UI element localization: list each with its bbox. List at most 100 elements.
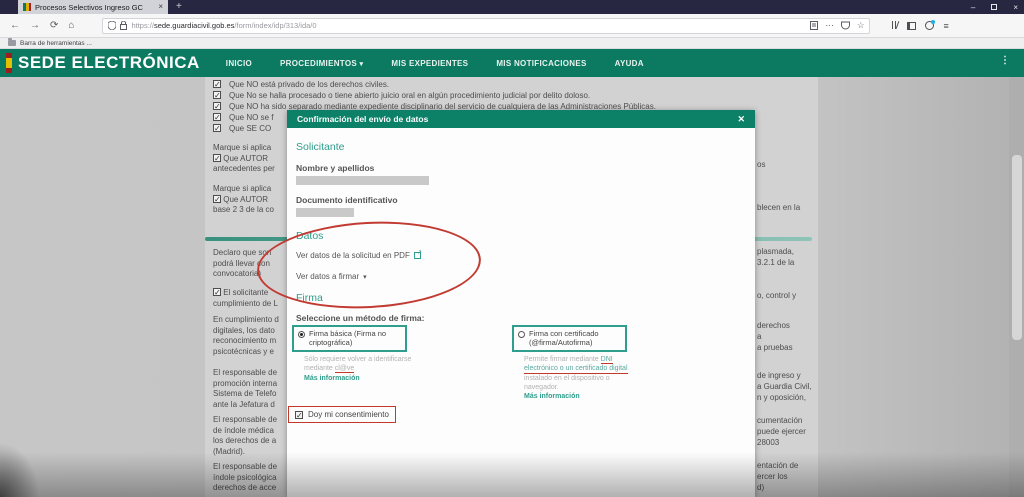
bg-fragment: blecen en la xyxy=(757,203,801,212)
checkbox-checked-icon[interactable]: ✓ xyxy=(213,153,221,162)
bg-check-item: ✓ Que SE CO xyxy=(213,124,272,133)
bookmark-star-icon[interactable]: ☆ xyxy=(857,20,865,31)
pocket-icon[interactable] xyxy=(840,21,850,30)
tab-title: Procesos Selectivos Ingreso GC xyxy=(35,2,143,12)
bg-fragment: o, control y xyxy=(757,291,797,300)
confirmation-modal: Confirmación del envío de datos ✕ Solici… xyxy=(254,110,755,497)
folder-icon xyxy=(8,38,16,46)
checkbox-checked-icon[interactable]: ✓ xyxy=(213,113,221,122)
minimize-button[interactable]: – xyxy=(971,3,975,12)
doc-label: Documento identificativo xyxy=(296,195,398,205)
reader-mode-icon[interactable] xyxy=(810,21,819,30)
chevron-down-icon: ▾ xyxy=(359,60,364,68)
consent-annotation-box: ✓ Doy mi consentimiento xyxy=(288,406,396,423)
browser-tab[interactable]: Procesos Selectivos Ingreso GC × xyxy=(18,0,168,14)
select-method-label: Seleccione un método de firma: xyxy=(296,313,425,323)
nav-procedimientos[interactable]: PROCEDIMIENTOS ▾ xyxy=(280,59,363,68)
checkbox-checked-icon[interactable]: ✓ xyxy=(213,194,221,203)
maximize-button[interactable] xyxy=(991,4,998,10)
checkbox-checked-icon[interactable]: ✓ xyxy=(213,124,221,133)
bg-fragment: cumentación xyxy=(757,416,803,425)
bg-fragment: os xyxy=(757,160,766,169)
bg-fragment: entación de xyxy=(757,461,799,470)
bg-paragraph: En cumplimiento d digitales, los dato re… xyxy=(213,315,279,356)
solicitante-heading: Solicitante xyxy=(296,141,345,153)
radio-selected-icon[interactable] xyxy=(298,331,305,338)
name-label: Nombre y apellidos xyxy=(296,163,375,173)
doc-value-redacted xyxy=(296,208,354,217)
bg-paragraph: El responsable de de índole médica los d… xyxy=(213,415,278,456)
modal-close-icon[interactable]: ✕ xyxy=(737,114,745,124)
bg-check-item: ✓ Que NO se f xyxy=(213,113,274,122)
corner-shadow xyxy=(0,442,40,497)
firma-certificado-option[interactable]: Firma con certificado (@firma/Autofirma) xyxy=(512,325,627,352)
scrollbar-thumb[interactable] xyxy=(1012,155,1022,340)
firma-basica-helper: Sólo requiere volver a identificarse med… xyxy=(304,356,412,373)
kebab-menu-icon[interactable]: ⋮ xyxy=(1000,56,1010,66)
mas-informacion-link[interactable]: Más información xyxy=(524,393,580,400)
bg-fragment: d) xyxy=(757,483,765,492)
tracking-shield-icon[interactable] xyxy=(108,21,117,30)
nav-inicio[interactable]: INICIO xyxy=(226,59,252,68)
library-icon[interactable] xyxy=(892,20,900,31)
site-brand[interactable]: SEDE ELECTRÓNICA xyxy=(18,53,200,73)
bg-check-item: ✓ Que No se halla procesado o tiene abier… xyxy=(213,91,591,100)
forward-icon[interactable]: → xyxy=(30,20,40,31)
bg-fragment: a xyxy=(757,332,762,341)
back-icon[interactable]: ← xyxy=(10,20,20,31)
page-body: ✓ Que NO está privado de los derechos civ… xyxy=(0,77,1024,497)
bg-fragment: a Guardia Civil, xyxy=(757,382,812,391)
certificado-link[interactable]: electrónico o un certificado digital xyxy=(524,364,628,374)
bg-fragment: ercer los xyxy=(757,472,788,481)
name-value-redacted xyxy=(296,176,429,185)
nav-mis-expedientes[interactable]: MIS EXPEDIENTES xyxy=(391,59,468,68)
reload-icon[interactable]: ⟳ xyxy=(50,20,58,31)
bg-paragraph: Marque si aplica ✓ Que AUTOR base 2 3 de… xyxy=(213,184,274,214)
checkbox-checked-icon[interactable]: ✓ xyxy=(213,80,221,89)
bookmark-item[interactable]: Barra de herramientas ... xyxy=(20,40,92,47)
site-navbar: SEDE ELECTRÓNICA INICIO PROCEDIMIENTOS ▾… xyxy=(0,49,1024,77)
bg-paragraph: El responsable de promoción interna Sist… xyxy=(213,368,278,409)
new-tab-button[interactable]: + xyxy=(176,1,182,13)
browser-window: Procesos Selectivos Ingreso GC × + – × ←… xyxy=(0,0,1024,497)
bg-fragment: n y oposición, xyxy=(757,393,806,402)
page-actions-icon[interactable]: ⋯ xyxy=(825,20,834,31)
modal-header: Confirmación del envío de datos ✕ xyxy=(287,110,755,128)
dni-link[interactable]: DNI xyxy=(600,356,613,364)
sidebar-icon[interactable] xyxy=(907,21,917,30)
modal-title: Confirmación del envío de datos xyxy=(297,114,429,124)
menu-icon[interactable]: ≡ xyxy=(943,21,948,31)
page-scrollbar[interactable] xyxy=(1009,77,1024,497)
window-close-button[interactable]: × xyxy=(1013,3,1018,12)
checkbox-checked-icon[interactable]: ✓ xyxy=(213,288,221,297)
home-icon[interactable]: ⌂ xyxy=(68,20,74,31)
account-icon[interactable] xyxy=(925,20,936,30)
checkbox-checked-icon[interactable]: ✓ xyxy=(213,91,221,100)
firma-certificado-helper: Permite firmar mediante DNI electrónico … xyxy=(524,356,628,391)
consent-checkbox-checked[interactable]: ✓ xyxy=(295,410,303,419)
bg-fragment: a pruebas xyxy=(757,343,793,352)
url-bar[interactable]: https://sede.guardiacivil.gob.es/form/in… xyxy=(102,17,871,34)
bg-paragraph: Marque si aplica ✓ Que AUTOR antecedente… xyxy=(213,143,275,173)
bg-fragment: plasmada, xyxy=(757,247,794,256)
browser-toolbar: ← → ⟳ ⌂ https://sede.guardiacivil.gob.es… xyxy=(0,14,1024,38)
url-text[interactable]: https://sede.guardiacivil.gob.es/form/in… xyxy=(131,21,806,30)
firma-basica-option[interactable]: Firma básica (Firma no criptográfica) xyxy=(292,325,407,352)
datos-annotation-ellipse xyxy=(254,216,484,314)
bg-fragment: 3.2.1 de la xyxy=(757,258,795,267)
bg-fragment: de ingreso y xyxy=(757,371,801,380)
checkbox-checked-icon[interactable]: ✓ xyxy=(213,102,221,111)
consent-label: Doy mi consentimiento xyxy=(308,410,389,419)
clave-link[interactable]: cl@ve xyxy=(334,365,355,373)
nav-ayuda[interactable]: AYUDA xyxy=(615,59,644,68)
bg-fragment: 28003 xyxy=(757,438,780,447)
bg-check-item: ✓ Que NO está privado de los derechos civ… xyxy=(213,80,390,89)
tab-close-icon[interactable]: × xyxy=(158,3,163,11)
titlebar: Procesos Selectivos Ingreso GC × + – × xyxy=(0,0,1024,14)
tab-favicon xyxy=(23,3,31,11)
bookmarks-bar: Barra de herramientas ... xyxy=(0,38,1024,49)
radio-unselected-icon[interactable] xyxy=(518,331,525,338)
mas-informacion-link[interactable]: Más información xyxy=(304,375,360,382)
nav-mis-notificaciones[interactable]: MIS NOTIFICACIONES xyxy=(496,59,586,68)
lock-icon xyxy=(120,21,128,30)
